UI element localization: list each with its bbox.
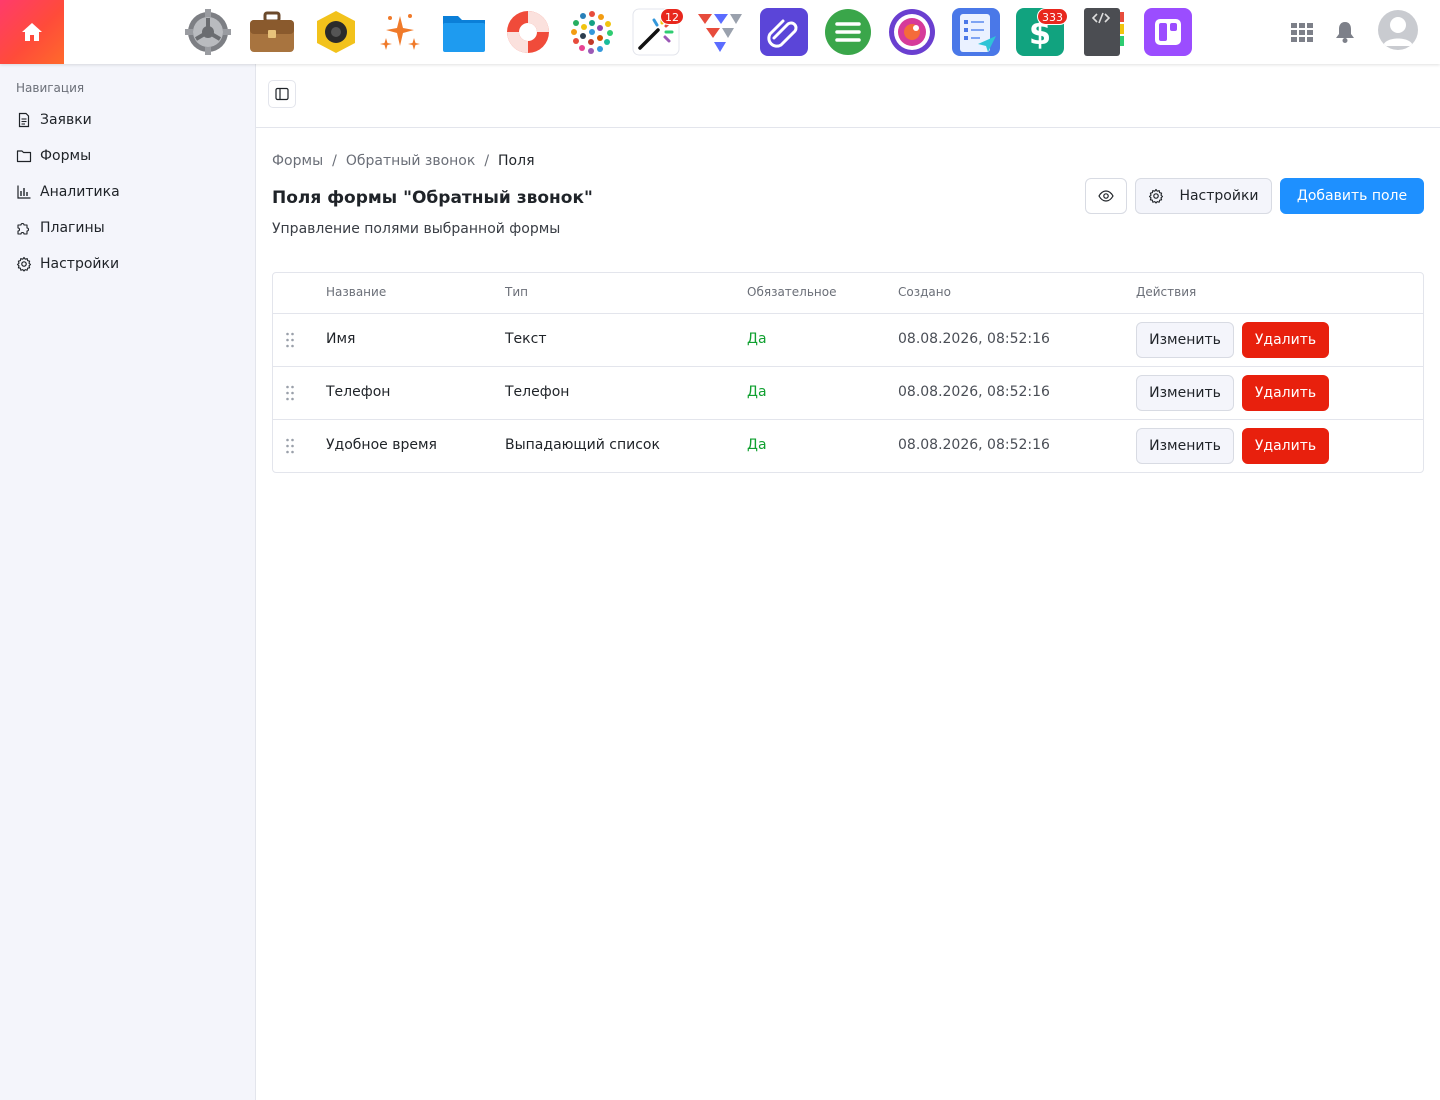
menu-lines-app-icon[interactable] bbox=[824, 8, 872, 56]
edit-button[interactable]: Изменить bbox=[1136, 428, 1234, 464]
delete-button[interactable]: Удалить bbox=[1242, 322, 1329, 358]
folder-icon bbox=[16, 150, 32, 163]
sidebar-item-settings[interactable]: Настройки bbox=[8, 248, 248, 280]
column-header-created: Создано bbox=[898, 285, 951, 299]
gear-icon bbox=[16, 256, 32, 272]
lifebuoy-app-icon[interactable] bbox=[504, 8, 552, 56]
briefcase-app-icon[interactable] bbox=[248, 8, 296, 56]
table-row: Удобное время Выпадающий список Да 08.08… bbox=[273, 419, 1423, 472]
sidebar-item-analytics[interactable]: Аналитика bbox=[8, 176, 248, 208]
sidebar-item-label: Заявки bbox=[40, 112, 92, 128]
camera-hexagon-app-icon[interactable] bbox=[312, 8, 360, 56]
edit-button[interactable]: Изменить bbox=[1136, 375, 1234, 411]
sidebar-toggle-button[interactable] bbox=[268, 80, 296, 108]
sidebar: Навигация Заявки Формы Аналитика Плагины… bbox=[0, 64, 256, 1100]
sidebar-toggle-icon bbox=[275, 87, 289, 101]
drag-handle-icon[interactable] bbox=[285, 385, 295, 401]
dashboard-app-icon[interactable] bbox=[1144, 8, 1192, 56]
home-icon bbox=[22, 23, 42, 41]
bar-chart-icon bbox=[17, 185, 31, 199]
paper-planes-app-icon[interactable] bbox=[696, 8, 744, 56]
column-header-type: Тип bbox=[505, 285, 528, 299]
color-dots-app-icon[interactable] bbox=[568, 8, 616, 56]
checklist-app-icon[interactable] bbox=[952, 8, 1000, 56]
page-title: Поля формы "Обратный звонок" bbox=[272, 188, 593, 208]
puzzle-icon bbox=[17, 223, 29, 235]
drag-handle-icon[interactable] bbox=[285, 332, 295, 348]
preview-button[interactable] bbox=[1085, 178, 1127, 214]
breadcrumb-separator: / bbox=[332, 153, 337, 169]
settings-button[interactable]: Настройки bbox=[1135, 178, 1272, 214]
sidebar-item-plugins[interactable]: Плагины bbox=[8, 212, 248, 244]
sparkles-app-icon[interactable] bbox=[376, 8, 424, 56]
breadcrumb-separator: / bbox=[484, 153, 490, 169]
field-name: Удобное время bbox=[326, 437, 437, 453]
delete-button[interactable]: Удалить bbox=[1242, 375, 1329, 411]
bell-icon[interactable] bbox=[1334, 20, 1358, 44]
folder-app-icon[interactable] bbox=[440, 8, 488, 56]
sidebar-item-requests[interactable]: Заявки bbox=[8, 104, 248, 136]
home-button[interactable] bbox=[0, 0, 64, 64]
field-created: 08.08.2026, 08:52:16 bbox=[898, 437, 1050, 453]
content-header bbox=[256, 64, 1440, 128]
fields-table: Название Тип Обязательное Создано Действ… bbox=[272, 272, 1424, 473]
gear-icon bbox=[1149, 188, 1164, 204]
gear-app-icon[interactable] bbox=[184, 8, 232, 56]
field-required: Да bbox=[747, 437, 767, 453]
notification-badge: 333 bbox=[1037, 8, 1068, 25]
breadcrumb: Формы / Обратный звонок / Поля bbox=[272, 153, 535, 169]
magic-wand-app-icon[interactable]: 12 bbox=[632, 8, 684, 56]
field-created: 08.08.2026, 08:52:16 bbox=[898, 331, 1050, 347]
add-field-button[interactable]: Добавить поле bbox=[1280, 178, 1424, 214]
paperclip-app-icon[interactable] bbox=[760, 8, 808, 56]
field-type: Телефон bbox=[505, 384, 570, 400]
document-icon bbox=[18, 112, 30, 128]
field-name: Имя bbox=[326, 331, 356, 347]
column-header-name: Название bbox=[326, 285, 387, 299]
avatar[interactable] bbox=[1378, 10, 1418, 50]
circle-lens-app-icon[interactable] bbox=[888, 8, 936, 56]
settings-button-label: Настройки bbox=[1179, 188, 1259, 204]
column-header-actions: Действия bbox=[1136, 285, 1197, 299]
page-subtitle: Управление полями выбранной формы bbox=[272, 221, 561, 237]
sidebar-item-label: Настройки bbox=[40, 256, 120, 272]
eye-icon bbox=[1098, 190, 1114, 202]
field-name: Телефон bbox=[326, 384, 391, 400]
edit-button[interactable]: Изменить bbox=[1136, 322, 1234, 358]
breadcrumb-callback-form[interactable]: Обратный звонок bbox=[346, 153, 475, 169]
sidebar-item-label: Формы bbox=[40, 148, 92, 164]
field-type: Выпадающий список bbox=[505, 437, 660, 453]
code-notebook-app-icon[interactable] bbox=[1080, 8, 1128, 56]
table-row: Телефон Телефон Да 08.08.2026, 08:52:16 … bbox=[273, 366, 1423, 419]
field-required: Да bbox=[747, 331, 767, 347]
notification-badge: 12 bbox=[660, 8, 684, 25]
breadcrumb-current: Поля bbox=[498, 153, 535, 169]
sidebar-item-label: Аналитика bbox=[40, 184, 120, 200]
sidebar-title: Навигация bbox=[16, 81, 85, 95]
breadcrumb-forms[interactable]: Формы bbox=[272, 153, 323, 169]
sidebar-item-label: Плагины bbox=[40, 220, 105, 236]
apps-grid-icon[interactable] bbox=[1290, 20, 1314, 44]
table-row: Имя Текст Да 08.08.2026, 08:52:16 Измени… bbox=[273, 313, 1423, 366]
column-header-required: Обязательное bbox=[747, 285, 837, 299]
user-avatar-icon bbox=[1383, 17, 1413, 46]
sidebar-item-forms[interactable]: Формы bbox=[8, 140, 248, 172]
field-required: Да bbox=[747, 384, 767, 400]
top-bar: 12 $ 333 bbox=[0, 0, 1440, 64]
dollar-app-icon[interactable]: $ 333 bbox=[1016, 8, 1068, 56]
field-created: 08.08.2026, 08:52:16 bbox=[898, 384, 1050, 400]
drag-handle-icon[interactable] bbox=[285, 438, 295, 454]
field-type: Текст bbox=[505, 331, 547, 347]
delete-button[interactable]: Удалить bbox=[1242, 428, 1329, 464]
